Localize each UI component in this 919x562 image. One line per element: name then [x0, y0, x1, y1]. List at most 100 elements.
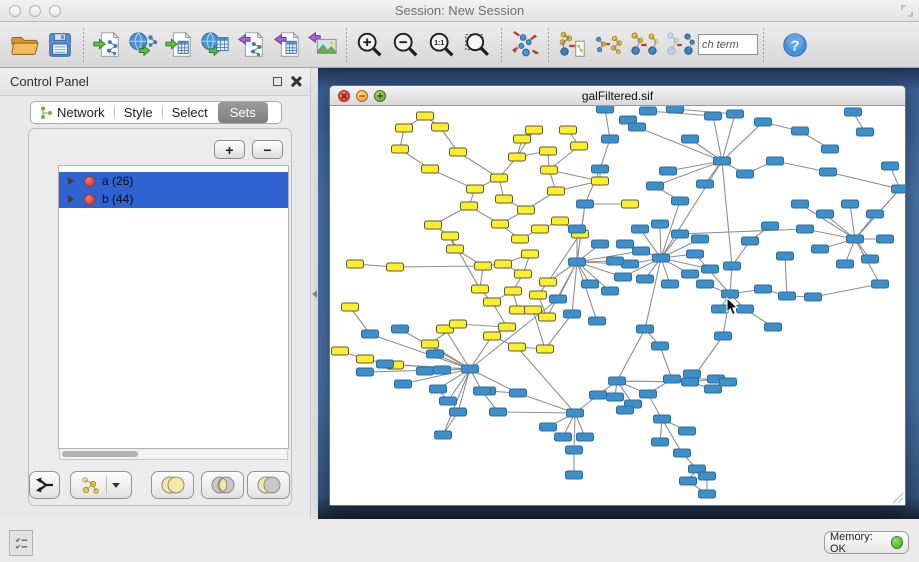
graph-node-yellow: [522, 250, 539, 258]
graph-node-blue: [392, 325, 409, 333]
panel-splitter[interactable]: [310, 68, 318, 519]
graph-node-yellow: [461, 202, 478, 210]
graph-node-yellow: [396, 124, 413, 132]
graph-node-blue: [427, 350, 444, 358]
scrollbar-thumb[interactable]: [62, 451, 138, 457]
float-panel-icon[interactable]: [273, 77, 282, 86]
list-item-set-b[interactable]: b (44): [59, 190, 288, 208]
graph-node-blue: [653, 254, 670, 262]
graph-node-yellow: [492, 220, 509, 228]
apply-preferred-layout-icon[interactable]: [507, 26, 543, 64]
graph-node-blue: [867, 210, 884, 218]
export-network-icon[interactable]: [233, 26, 269, 64]
network-tab-icon: [40, 106, 53, 120]
graph-node-blue: [577, 433, 594, 441]
graph-node-blue: [550, 295, 567, 303]
graph-node-blue: [640, 390, 657, 398]
disclosure-triangle-icon[interactable]: [68, 195, 74, 203]
zoom-selected-region-icon[interactable]: [460, 26, 496, 64]
graph-node-blue: [705, 385, 722, 393]
graph-node-blue: [847, 235, 864, 243]
create-set-combo-button[interactable]: [70, 471, 132, 499]
chevron-down-icon[interactable]: [112, 483, 120, 488]
save-session-icon[interactable]: [42, 26, 78, 64]
first-neighbors-icon[interactable]: [590, 26, 626, 64]
graph-node-blue: [755, 118, 772, 126]
graph-node-blue: [857, 128, 874, 136]
zoom-in-icon[interactable]: [352, 26, 388, 64]
network-from-selection-file-icon[interactable]: [554, 26, 590, 64]
graph-node-yellow: [540, 147, 557, 155]
import-table-url-icon[interactable]: [197, 26, 233, 64]
zoom-fit-icon[interactable]: 1:1: [424, 26, 460, 64]
graph-node-blue: [805, 293, 822, 301]
graph-node-yellow: [447, 245, 464, 253]
graph-node-blue: [434, 366, 451, 374]
graph-node-blue: [430, 385, 447, 393]
graph-node-yellow: [560, 126, 577, 134]
graph-node-blue: [667, 106, 684, 113]
window-title: Session: New Session: [0, 3, 919, 18]
import-network-file-icon[interactable]: [89, 26, 125, 64]
graph-node-yellow: [491, 174, 508, 182]
task-history-icon[interactable]: [9, 530, 33, 556]
network-window-title: galFiltered.sif: [330, 89, 905, 103]
graph-node-yellow: [505, 287, 522, 295]
help-icon[interactable]: ?: [777, 26, 813, 64]
graph-node-blue: [737, 170, 754, 178]
graph-node-yellow: [509, 153, 526, 161]
close-panel-icon[interactable]: [290, 75, 302, 87]
graph-node-yellow: [484, 332, 501, 340]
zoom-out-icon[interactable]: [388, 26, 424, 64]
add-set-button[interactable]: +: [214, 140, 245, 159]
graph-node-blue: [602, 135, 619, 143]
tab-select[interactable]: Select: [163, 101, 217, 124]
import-table-file-icon[interactable]: [161, 26, 197, 64]
fullscreen-icon[interactable]: [901, 5, 913, 17]
graph-node-blue: [654, 415, 671, 423]
graph-node-blue: [622, 260, 639, 268]
tab-sets-label: Sets: [230, 105, 256, 120]
export-image-icon[interactable]: [305, 26, 341, 64]
remove-set-button[interactable]: −: [252, 140, 283, 159]
graph-node-yellow: [622, 200, 639, 208]
collapse-panel-icon[interactable]: [312, 290, 317, 298]
graph-node-yellow: [475, 262, 492, 270]
difference-sets-button[interactable]: [247, 471, 290, 499]
tab-sets[interactable]: Sets: [218, 102, 268, 123]
graph-node-blue: [767, 157, 784, 165]
network-window-titlebar[interactable]: galFiltered.sif: [330, 86, 905, 106]
network-from-selection-all-edges-icon[interactable]: [662, 26, 698, 64]
graph-node-yellow: [332, 347, 349, 355]
tab-style-label: Style: [124, 105, 153, 120]
resize-grip-icon[interactable]: [891, 491, 904, 504]
search-input[interactable]: [698, 34, 758, 55]
list-item-set-a[interactable]: a (26): [59, 172, 288, 190]
network-from-selected-nodes-icon[interactable]: [626, 26, 662, 64]
union-sets-button[interactable]: [151, 471, 194, 499]
split-sets-button[interactable]: [29, 471, 60, 499]
graph-node-blue: [490, 408, 507, 416]
network-canvas[interactable]: [330, 106, 905, 505]
open-session-icon[interactable]: [6, 26, 42, 64]
yellow-network-icon: [80, 476, 102, 494]
graph-node-yellow: [496, 195, 513, 203]
graph-node-blue: [652, 220, 669, 228]
sets-panel: + − a (26) b (44): [28, 128, 292, 506]
disclosure-triangle-icon[interactable]: [68, 177, 74, 185]
network-view-window[interactable]: galFiltered.sif: [329, 85, 906, 506]
tab-network[interactable]: Network: [31, 101, 114, 124]
graph-node-blue: [569, 225, 586, 233]
export-table-icon[interactable]: [269, 26, 305, 64]
horizontal-scrollbar[interactable]: [59, 450, 288, 460]
graph-node-blue: [647, 182, 664, 190]
intersect-sets-button[interactable]: [201, 471, 244, 499]
tab-style[interactable]: Style: [115, 101, 162, 124]
venn-union-icon: [160, 475, 186, 495]
graph-node-blue: [633, 247, 650, 255]
memory-status-button[interactable]: Memory: OK: [824, 531, 909, 554]
help-label: ?: [790, 37, 799, 54]
graph-node-blue: [724, 262, 741, 270]
graph-node-yellow: [392, 145, 409, 153]
import-network-url-icon[interactable]: [125, 26, 161, 64]
